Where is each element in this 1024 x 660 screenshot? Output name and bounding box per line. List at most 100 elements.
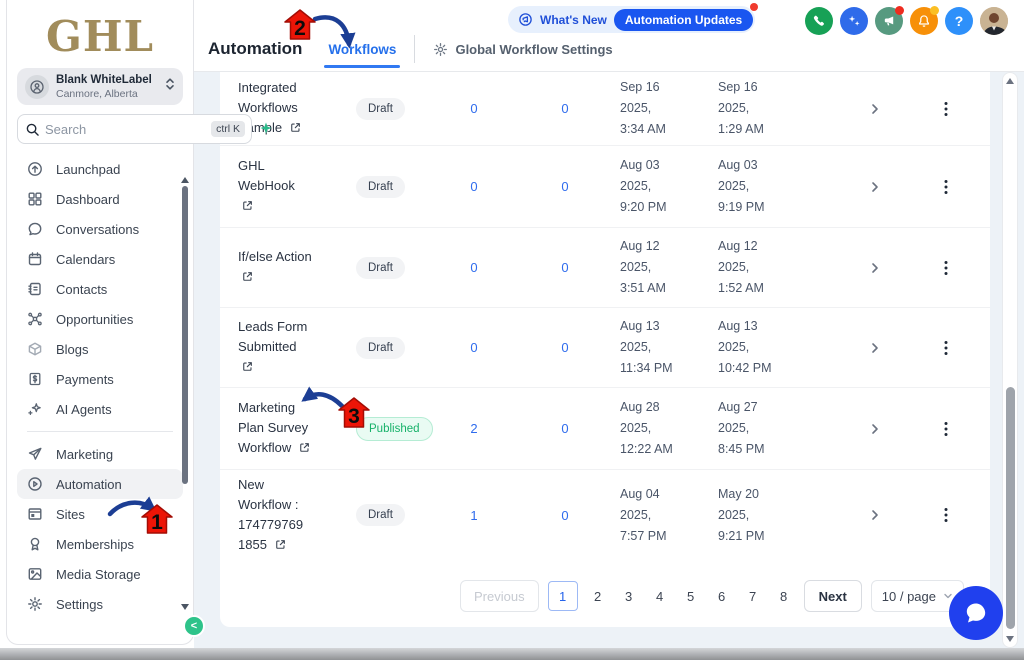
total-enrolled-link[interactable]: 0: [438, 260, 510, 275]
notification-dot: [895, 6, 904, 15]
help-button[interactable]: ?: [945, 7, 973, 35]
sidebar-item-marketing[interactable]: Marketing: [17, 439, 183, 469]
row-menu-kebab-icon[interactable]: [920, 340, 990, 356]
workflow-name[interactable]: Leads Form Submitted: [238, 317, 356, 378]
active-enrolled-link[interactable]: 0: [510, 421, 620, 436]
page-button-7[interactable]: 7: [742, 581, 764, 611]
table-row[interactable]: Integrated Workflows Sample Draft 0 0 Se…: [220, 72, 990, 146]
calendars-icon: [27, 251, 43, 267]
workflow-name[interactable]: New Workflow : 174779769 1855: [238, 475, 356, 556]
whats-new-pill[interactable]: What's New Automation Updates: [508, 6, 755, 33]
total-enrolled-link[interactable]: 0: [438, 179, 510, 194]
previous-page-button[interactable]: Previous: [460, 580, 539, 612]
sidebar-item-sites[interactable]: Sites: [17, 499, 183, 529]
sidebar-scrollbar[interactable]: [182, 186, 188, 484]
active-enrolled-link[interactable]: 0: [510, 179, 620, 194]
sidebar-item-ai-agents[interactable]: AI Agents: [17, 394, 183, 424]
page-button-4[interactable]: 4: [649, 581, 671, 611]
search-box[interactable]: ctrl K: [17, 114, 252, 144]
sidebar-item-blogs[interactable]: Blogs: [17, 334, 183, 364]
sidebar-item-memberships[interactable]: Memberships: [17, 529, 183, 559]
external-link-icon[interactable]: [242, 268, 253, 288]
external-link-icon[interactable]: [275, 536, 286, 556]
sidebar-item-contacts[interactable]: Contacts: [17, 274, 183, 304]
total-enrolled-link[interactable]: 1: [438, 508, 510, 523]
row-chevron-right-icon[interactable]: [830, 103, 920, 115]
row-chevron-right-icon[interactable]: [830, 423, 920, 435]
active-enrolled-link[interactable]: 0: [510, 101, 620, 116]
workflow-name[interactable]: If/else Action: [238, 247, 356, 288]
table-row[interactable]: New Workflow : 174779769 1855 Draft 1 0 …: [220, 470, 990, 560]
external-link-icon[interactable]: [242, 197, 253, 217]
media-storage-icon: [27, 566, 43, 582]
user-avatar[interactable]: [980, 7, 1008, 35]
ai-sparkle-button[interactable]: [258, 121, 274, 137]
notification-dot: [930, 6, 939, 15]
page-button-8[interactable]: 8: [773, 581, 795, 611]
row-menu-kebab-icon[interactable]: [920, 421, 990, 437]
status-badge: Draft: [356, 98, 405, 120]
scrollbar-thumb[interactable]: [1006, 387, 1015, 629]
active-enrolled-link[interactable]: 0: [510, 340, 620, 355]
table-row[interactable]: GHL WebHook Draft 0 0 Aug 03 2025, 9:20 …: [220, 146, 990, 228]
total-enrolled-link[interactable]: 2: [438, 421, 510, 436]
table-row[interactable]: Leads Form Submitted Draft 0 0 Aug 13 20…: [220, 308, 990, 388]
next-page-button[interactable]: Next: [804, 580, 862, 612]
sidebar-item-launchpad[interactable]: Launchpad: [17, 154, 183, 184]
phone-button[interactable]: [805, 7, 833, 35]
sidebar-item-opportunities[interactable]: Opportunities: [17, 304, 183, 334]
total-enrolled-link[interactable]: 0: [438, 340, 510, 355]
announcements-button[interactable]: [875, 7, 903, 35]
external-link-icon[interactable]: [242, 358, 253, 378]
row-chevron-right-icon[interactable]: [830, 509, 920, 521]
page-button-6[interactable]: 6: [711, 581, 733, 611]
sidebar-item-conversations[interactable]: Conversations: [17, 214, 183, 244]
status-badge: Published: [356, 417, 433, 441]
table-row[interactable]: If/else Action Draft 0 0 Aug 12 2025, 3:…: [220, 228, 990, 308]
workflow-name[interactable]: GHL WebHook: [238, 156, 356, 217]
total-enrolled-link[interactable]: 0: [438, 101, 510, 116]
sidebar-item-automation[interactable]: Automation: [17, 469, 183, 499]
tab-workflows[interactable]: Workflows: [328, 42, 396, 57]
sidebar-scroll-up-arrow[interactable]: [181, 177, 189, 183]
row-chevron-right-icon[interactable]: [830, 342, 920, 354]
sidebar-item-settings[interactable]: Settings: [17, 589, 183, 619]
row-chevron-right-icon[interactable]: [830, 181, 920, 193]
active-enrolled-link[interactable]: 0: [510, 508, 620, 523]
status-badge: Draft: [356, 176, 405, 198]
search-input[interactable]: [45, 122, 211, 137]
row-menu-kebab-icon[interactable]: [920, 260, 990, 276]
scroll-up-arrow[interactable]: [1006, 78, 1014, 84]
workflow-name[interactable]: Marketing Plan Survey Workflow: [238, 398, 356, 459]
page-button-5[interactable]: 5: [680, 581, 702, 611]
sparkles-button[interactable]: [840, 7, 868, 35]
sidebar-scroll-down-arrow[interactable]: [181, 604, 189, 610]
created-on: Aug 12 2025, 1:52 AM: [718, 236, 830, 299]
active-enrolled-link[interactable]: 0: [510, 260, 620, 275]
sidebar-item-calendars[interactable]: Calendars: [17, 244, 183, 274]
status-badge: Draft: [356, 337, 405, 359]
external-link-icon[interactable]: [290, 119, 301, 139]
notifications-bell-button[interactable]: [910, 7, 938, 35]
page-button-3[interactable]: 3: [618, 581, 640, 611]
automation-updates-badge[interactable]: Automation Updates: [614, 9, 753, 31]
sidebar-item-dashboard[interactable]: Dashboard: [17, 184, 183, 214]
row-menu-kebab-icon[interactable]: [920, 179, 990, 195]
row-menu-kebab-icon[interactable]: [920, 507, 990, 523]
chat-widget-button[interactable]: [949, 586, 1003, 640]
sidebar-item-media-storage[interactable]: Media Storage: [17, 559, 183, 589]
scroll-down-arrow[interactable]: [1006, 636, 1014, 642]
sidebar-item-payments[interactable]: Payments: [17, 364, 183, 394]
search-shortcut-badge: ctrl K: [211, 121, 245, 137]
external-link-icon[interactable]: [299, 439, 310, 459]
page-button-1[interactable]: 1: [548, 581, 578, 611]
main-scrollbar[interactable]: [1002, 72, 1018, 648]
row-menu-kebab-icon[interactable]: [920, 101, 990, 117]
account-switcher[interactable]: Blank WhiteLabel Canmore, Alberta: [17, 68, 183, 105]
page-button-2[interactable]: 2: [587, 581, 609, 611]
tab-global-workflow-settings[interactable]: Global Workflow Settings: [433, 42, 612, 57]
workflow-name[interactable]: Integrated Workflows Sample: [238, 78, 356, 139]
row-chevron-right-icon[interactable]: [830, 262, 920, 274]
sidebar-collapse-button[interactable]: <: [183, 615, 205, 637]
table-row[interactable]: Marketing Plan Survey Workflow Published…: [220, 388, 990, 470]
